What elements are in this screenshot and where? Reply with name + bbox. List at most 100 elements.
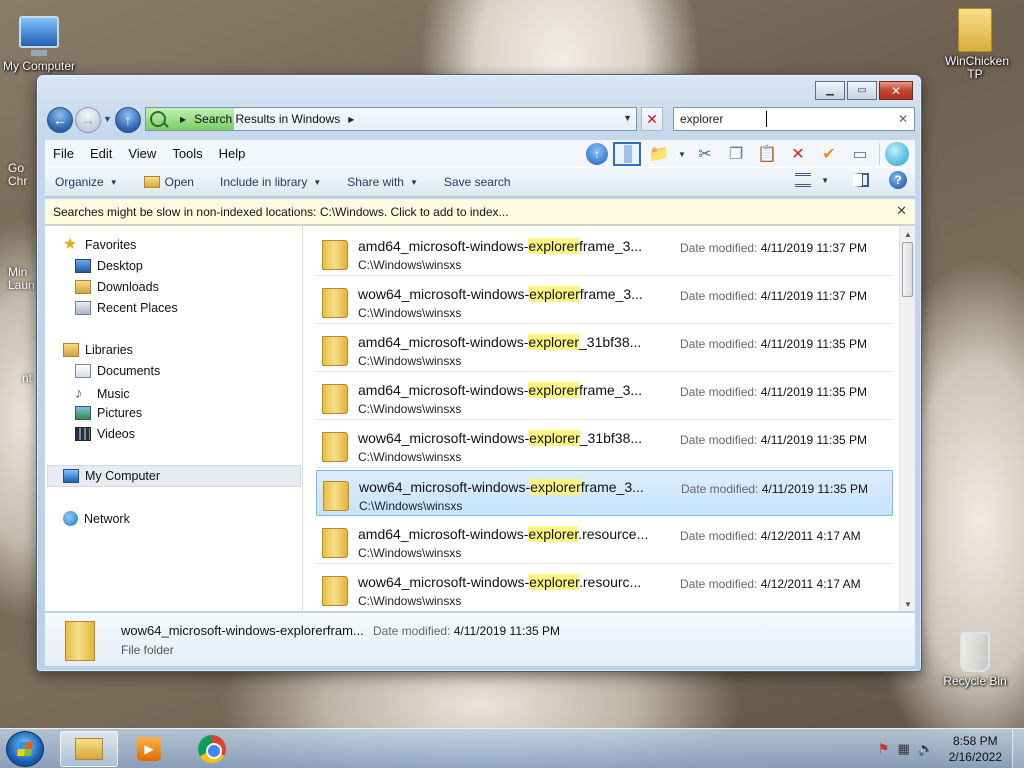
toolbar-divider bbox=[879, 143, 880, 165]
folder-icon bbox=[958, 8, 992, 52]
chevron-right-icon[interactable]: ▶ bbox=[348, 115, 354, 124]
organize-label: Organize bbox=[55, 175, 104, 189]
nav-item-desktop[interactable]: Desktop bbox=[75, 259, 143, 273]
result-row[interactable]: wow64_microsoft-windows-explorerframe_3.… bbox=[316, 278, 893, 324]
organize-button[interactable]: Organize ▼ bbox=[55, 175, 118, 189]
desktop-icon-recycle-bin[interactable]: Recycle Bin bbox=[937, 632, 1013, 688]
chevron-down-icon[interactable]: ▼ bbox=[677, 142, 687, 166]
properties-icon[interactable]: ▭ bbox=[847, 142, 873, 166]
nav-item-libraries[interactable]: Libraries bbox=[63, 343, 133, 357]
scroll-up-icon[interactable]: ▲ bbox=[904, 230, 912, 239]
minimize-button[interactable]: ▁ bbox=[815, 81, 845, 100]
nav-item-music[interactable]: ♪ Music bbox=[75, 385, 130, 402]
preview-pane-icon[interactable] bbox=[853, 173, 869, 187]
recent-pages-dropdown[interactable]: ▼ bbox=[103, 114, 112, 124]
menu-tools[interactable]: Tools bbox=[164, 146, 210, 161]
chevron-down-icon[interactable]: ▼ bbox=[821, 176, 829, 185]
taskbar-media-player[interactable]: ▶ bbox=[120, 731, 178, 767]
result-name-prefix: amd64_microsoft-windows- bbox=[358, 382, 529, 398]
result-row[interactable]: amd64_microsoft-windows-explorer_31bf38.… bbox=[316, 326, 893, 372]
clock-time: 8:58 PM bbox=[952, 734, 998, 748]
globe-icon[interactable] bbox=[885, 142, 909, 166]
address-bar[interactable]: ▶ Search Results in Windows ▶ ▼ bbox=[145, 107, 637, 131]
action-center-icon[interactable]: ⚑ bbox=[878, 741, 890, 757]
result-row[interactable]: wow64_microsoft-windows-explorerframe_3.… bbox=[316, 470, 893, 516]
search-input[interactable]: explorer ✕ bbox=[673, 107, 915, 131]
result-path: C:\Windows\winsxs bbox=[358, 594, 462, 608]
result-row[interactable]: amd64_microsoft-windows-explorer.resourc… bbox=[316, 518, 893, 564]
menu-edit[interactable]: Edit bbox=[82, 146, 120, 161]
desktop-icon-my-computer[interactable]: My Computer bbox=[1, 8, 77, 73]
address-dropdown-icon[interactable]: ▼ bbox=[623, 113, 632, 123]
up-button[interactable]: ↑ bbox=[115, 107, 141, 133]
result-date-value: 4/11/2019 11:37 PM bbox=[760, 241, 868, 255]
save-search-button[interactable]: Save search bbox=[444, 175, 511, 189]
folder-options-icon[interactable]: 📁 bbox=[646, 142, 672, 166]
include-in-library-button[interactable]: Include in library ▼ bbox=[220, 175, 321, 189]
network-status-icon[interactable]: ▦ bbox=[898, 741, 910, 757]
result-row[interactable]: wow64_microsoft-windows-explorer_31bf38.… bbox=[316, 422, 893, 468]
search-hit-highlight: explorer bbox=[528, 526, 579, 542]
search-hit-highlight: explorer bbox=[529, 286, 580, 302]
nav-item-pictures[interactable]: Pictures bbox=[75, 406, 142, 420]
breadcrumb[interactable]: Search Results in Windows bbox=[194, 112, 340, 126]
start-button[interactable] bbox=[6, 731, 44, 767]
nav-item-my-computer[interactable]: My Computer bbox=[63, 469, 160, 483]
menu-view[interactable]: View bbox=[120, 146, 164, 161]
scroll-down-icon[interactable]: ▼ bbox=[904, 600, 912, 609]
cut-icon[interactable]: ✂ bbox=[692, 142, 718, 166]
view-options-icon[interactable] bbox=[795, 173, 812, 187]
taskbar-explorer[interactable] bbox=[60, 731, 118, 767]
command-bar: Organize ▼ Open Include in library ▼ Share… bbox=[45, 167, 915, 197]
menu-help[interactable]: Help bbox=[211, 146, 254, 161]
clock[interactable]: 8:58 PM 2/16/2022 bbox=[949, 733, 1002, 765]
index-infobar[interactable]: Searches might be slow in non-indexed lo… bbox=[45, 199, 915, 225]
checkmark-icon[interactable]: ✔ bbox=[816, 142, 842, 166]
stop-search-button[interactable]: ✕ bbox=[641, 107, 663, 131]
show-desktop-button[interactable] bbox=[1012, 729, 1024, 768]
up-arrow-icon[interactable]: ↑ bbox=[586, 143, 608, 165]
folder-icon bbox=[322, 432, 348, 462]
chevron-down-icon: ▼ bbox=[409, 177, 418, 187]
result-row[interactable]: amd64_microsoft-windows-explorerframe_3.… bbox=[316, 374, 893, 420]
desktop-icon-winchicken[interactable]: WinChicken TP bbox=[937, 8, 1013, 81]
taskbar-chrome[interactable] bbox=[183, 731, 241, 767]
copy-icon[interactable]: ❐ bbox=[723, 142, 749, 166]
close-button[interactable]: ✕ bbox=[879, 81, 913, 100]
nav-item-network[interactable]: Network bbox=[63, 511, 130, 526]
result-name: wow64_microsoft-windows-explorer.resourc… bbox=[358, 574, 641, 590]
details-pane: wow64_microsoft-windows-explorerfram... … bbox=[45, 612, 915, 666]
forward-button[interactable]: → bbox=[75, 107, 101, 133]
back-button[interactable]: ← bbox=[47, 107, 73, 133]
nav-item-favorites[interactable]: ★ Favorites bbox=[63, 237, 136, 253]
result-date-label: Date modified: bbox=[680, 577, 758, 591]
results-scrollbar[interactable]: ▲ ▼ bbox=[899, 226, 915, 611]
menu-file[interactable]: File bbox=[45, 146, 82, 161]
volume-icon[interactable]: 🔈 bbox=[918, 741, 934, 757]
result-date: Date modified: 4/11/2019 11:35 PM bbox=[680, 385, 867, 399]
result-date: Date modified: 4/11/2019 11:35 PM bbox=[681, 482, 868, 496]
close-icon[interactable]: ✕ bbox=[896, 203, 907, 219]
nav-item-videos[interactable]: Videos bbox=[75, 427, 135, 441]
scrollbar-thumb[interactable] bbox=[902, 242, 913, 297]
text-cursor bbox=[766, 111, 767, 127]
result-path: C:\Windows\winsxs bbox=[358, 450, 462, 464]
navigation-pane-icon[interactable] bbox=[613, 142, 641, 166]
nav-item-downloads[interactable]: Downloads bbox=[75, 280, 159, 294]
help-icon[interactable]: ? bbox=[889, 171, 907, 189]
delete-icon[interactable]: ✕ bbox=[785, 142, 811, 166]
chevron-right-icon[interactable]: ▶ bbox=[180, 115, 186, 124]
open-button[interactable]: Open bbox=[143, 175, 194, 189]
chrome-icon bbox=[198, 735, 226, 763]
maximize-button[interactable]: ▭ bbox=[847, 81, 877, 100]
paste-icon[interactable]: 📋 bbox=[754, 142, 780, 166]
nav-item-documents[interactable]: Documents bbox=[75, 364, 160, 378]
result-row[interactable]: wow64_microsoft-windows-explorer.resourc… bbox=[316, 566, 893, 611]
result-row[interactable]: amd64_microsoft-windows-explorerframe_3.… bbox=[316, 230, 893, 276]
nav-item-recent-places[interactable]: Recent Places bbox=[75, 301, 178, 315]
result-name-prefix: wow64_microsoft-windows- bbox=[358, 574, 530, 590]
clear-search-icon[interactable]: ✕ bbox=[898, 112, 908, 126]
share-with-button[interactable]: Share with ▼ bbox=[347, 175, 418, 189]
result-path: C:\Windows\winsxs bbox=[358, 402, 462, 416]
result-path: C:\Windows\winsxs bbox=[358, 546, 462, 560]
